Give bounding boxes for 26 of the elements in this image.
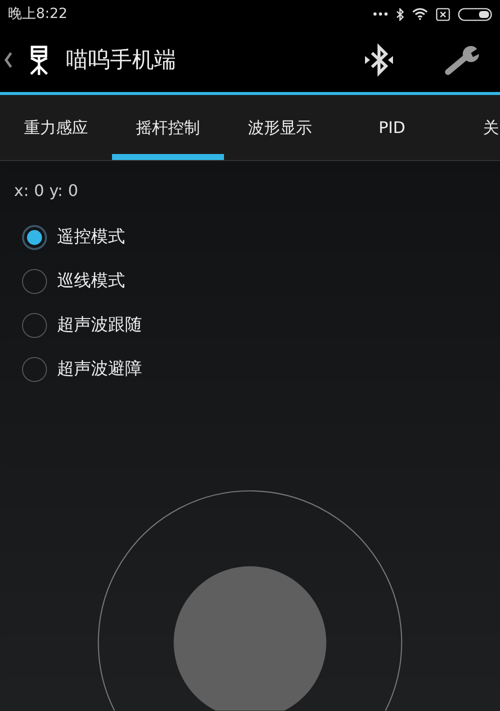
tab[interactable]: 波形显示 <box>224 95 336 160</box>
radio-label: 遥控模式 <box>57 226 125 249</box>
more-dots-icon <box>373 12 388 16</box>
coordinates-text: x: 0 y: 0 <box>14 181 78 200</box>
radio-label: 巡线模式 <box>57 270 125 293</box>
app-title: 喵呜手机端 <box>66 46 176 74</box>
radio-button[interactable] <box>22 356 47 382</box>
bluetooth-icon <box>396 8 404 20</box>
tab[interactable]: 摇杆控制 <box>112 95 224 160</box>
radio-button[interactable] <box>22 224 47 250</box>
tab[interactable]: 重力感应 <box>0 95 112 160</box>
wifi-icon <box>412 8 428 20</box>
no-sim-icon <box>436 8 450 20</box>
radio-button[interactable] <box>22 268 47 294</box>
radio-label: 超声波跟随 <box>57 314 142 337</box>
tab[interactable]: 关 <box>448 95 500 160</box>
wrench-icon[interactable] <box>444 44 480 76</box>
joystick-knob[interactable] <box>174 566 326 711</box>
logo-icon <box>28 44 50 76</box>
bluetooth-icon[interactable] <box>364 43 394 77</box>
radio-button[interactable] <box>22 312 47 338</box>
status-time: 晚上8:22 <box>8 4 68 24</box>
radio-label: 超声波避障 <box>57 358 142 381</box>
battery-icon <box>458 8 492 20</box>
tab[interactable]: PID <box>336 95 448 160</box>
back-icon[interactable] <box>4 52 12 68</box>
